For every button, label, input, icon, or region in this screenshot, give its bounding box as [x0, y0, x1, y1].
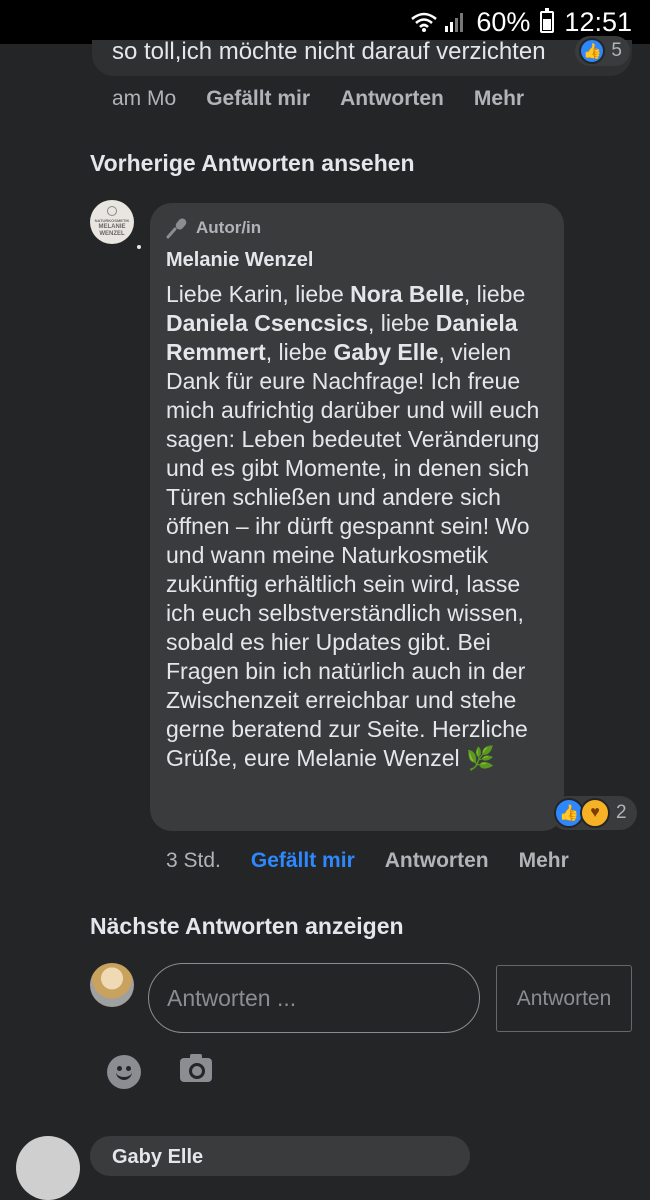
reply-submit-button[interactable]: Antworten	[496, 965, 632, 1032]
view-next-replies-link[interactable]: Nächste Antworten anzeigen	[90, 913, 404, 940]
comment-time[interactable]: 3 Std.	[166, 849, 221, 873]
like-button[interactable]: Gefällt mir	[251, 849, 355, 873]
reaction-count: 5	[611, 40, 622, 61]
wifi-icon	[411, 12, 438, 32]
author-badge-label: Autor/in	[196, 218, 262, 237]
comment-author-name[interactable]: Melanie Wenzel	[166, 249, 548, 272]
author-badge: Autor/in	[166, 217, 548, 239]
reply-input-wrapper[interactable]	[148, 963, 480, 1033]
more-button[interactable]: Mehr	[519, 849, 569, 873]
next-comment-author[interactable]: Gaby Elle	[112, 1146, 203, 1169]
battery-icon	[540, 8, 555, 33]
avatar-brand-name1: MELANIE	[98, 224, 126, 230]
comment-text: Liebe Karin, liebe Nora Belle, liebe Dan…	[166, 280, 548, 773]
reply-reactions[interactable]: 👍 ♥ 2	[550, 796, 637, 830]
reply-input[interactable]	[165, 983, 463, 1013]
logo-icon	[107, 206, 117, 216]
previous-comment-text: so toll,ich möchte nicht darauf verzicht…	[112, 38, 546, 65]
herb-emoji: 🌿	[466, 745, 495, 771]
reply-button[interactable]: Antworten	[340, 87, 444, 111]
mention-daniela-csencsics[interactable]: Daniela Csencsics	[166, 310, 368, 336]
microphone-icon	[166, 218, 187, 239]
view-previous-replies-link[interactable]: Vorherige Antworten ansehen	[90, 150, 415, 177]
mention-nora-belle[interactable]: Nora Belle	[350, 281, 464, 307]
previous-comment-reactions[interactable]: 👍 5	[575, 36, 630, 66]
text-segment: , liebe	[368, 310, 436, 336]
care-reaction-icon: ♥	[580, 798, 610, 828]
reaction-count: 2	[616, 802, 627, 823]
mention-gaby-elle[interactable]: Gaby Elle	[333, 339, 438, 365]
avatar-brand-line: NATURKOSMETIK	[94, 218, 130, 223]
reply-button[interactable]: Antworten	[385, 849, 489, 873]
camera-icon[interactable]	[180, 1054, 212, 1082]
avatar[interactable]: NATURKOSMETIK MELANIE WENZEL	[90, 200, 134, 244]
text-segment: , liebe	[463, 281, 526, 307]
avatar[interactable]	[16, 1136, 80, 1200]
clock: 12:51	[564, 6, 632, 37]
battery-percent: 60%	[476, 6, 531, 37]
signal-strength-icon	[445, 13, 464, 32]
text-segment: , liebe	[265, 339, 334, 365]
current-user-avatar	[90, 963, 134, 1007]
signal-icons	[410, 11, 466, 33]
comment-time[interactable]: am Mo	[112, 87, 176, 111]
reply-comment-bubble[interactable]: Autor/in Melanie Wenzel Liebe Karin, lie…	[150, 203, 564, 831]
reply-actions: 3 Std. Gefällt mir Antworten Mehr	[166, 849, 569, 873]
emoji-icon[interactable]	[107, 1055, 141, 1089]
text-segment: Liebe Karin, liebe	[166, 281, 351, 307]
like-button[interactable]: Gefällt mir	[206, 87, 310, 111]
like-reaction-icon: 👍	[579, 38, 606, 64]
online-dot	[137, 245, 141, 249]
text-segment: , vielen Dank für eure Nachfrage! Ich fr…	[166, 339, 540, 771]
avatar-brand-name2: WENZEL	[99, 231, 125, 237]
more-button[interactable]: Mehr	[474, 87, 524, 111]
previous-comment-actions: am Mo Gefällt mir Antworten Mehr	[112, 87, 524, 111]
